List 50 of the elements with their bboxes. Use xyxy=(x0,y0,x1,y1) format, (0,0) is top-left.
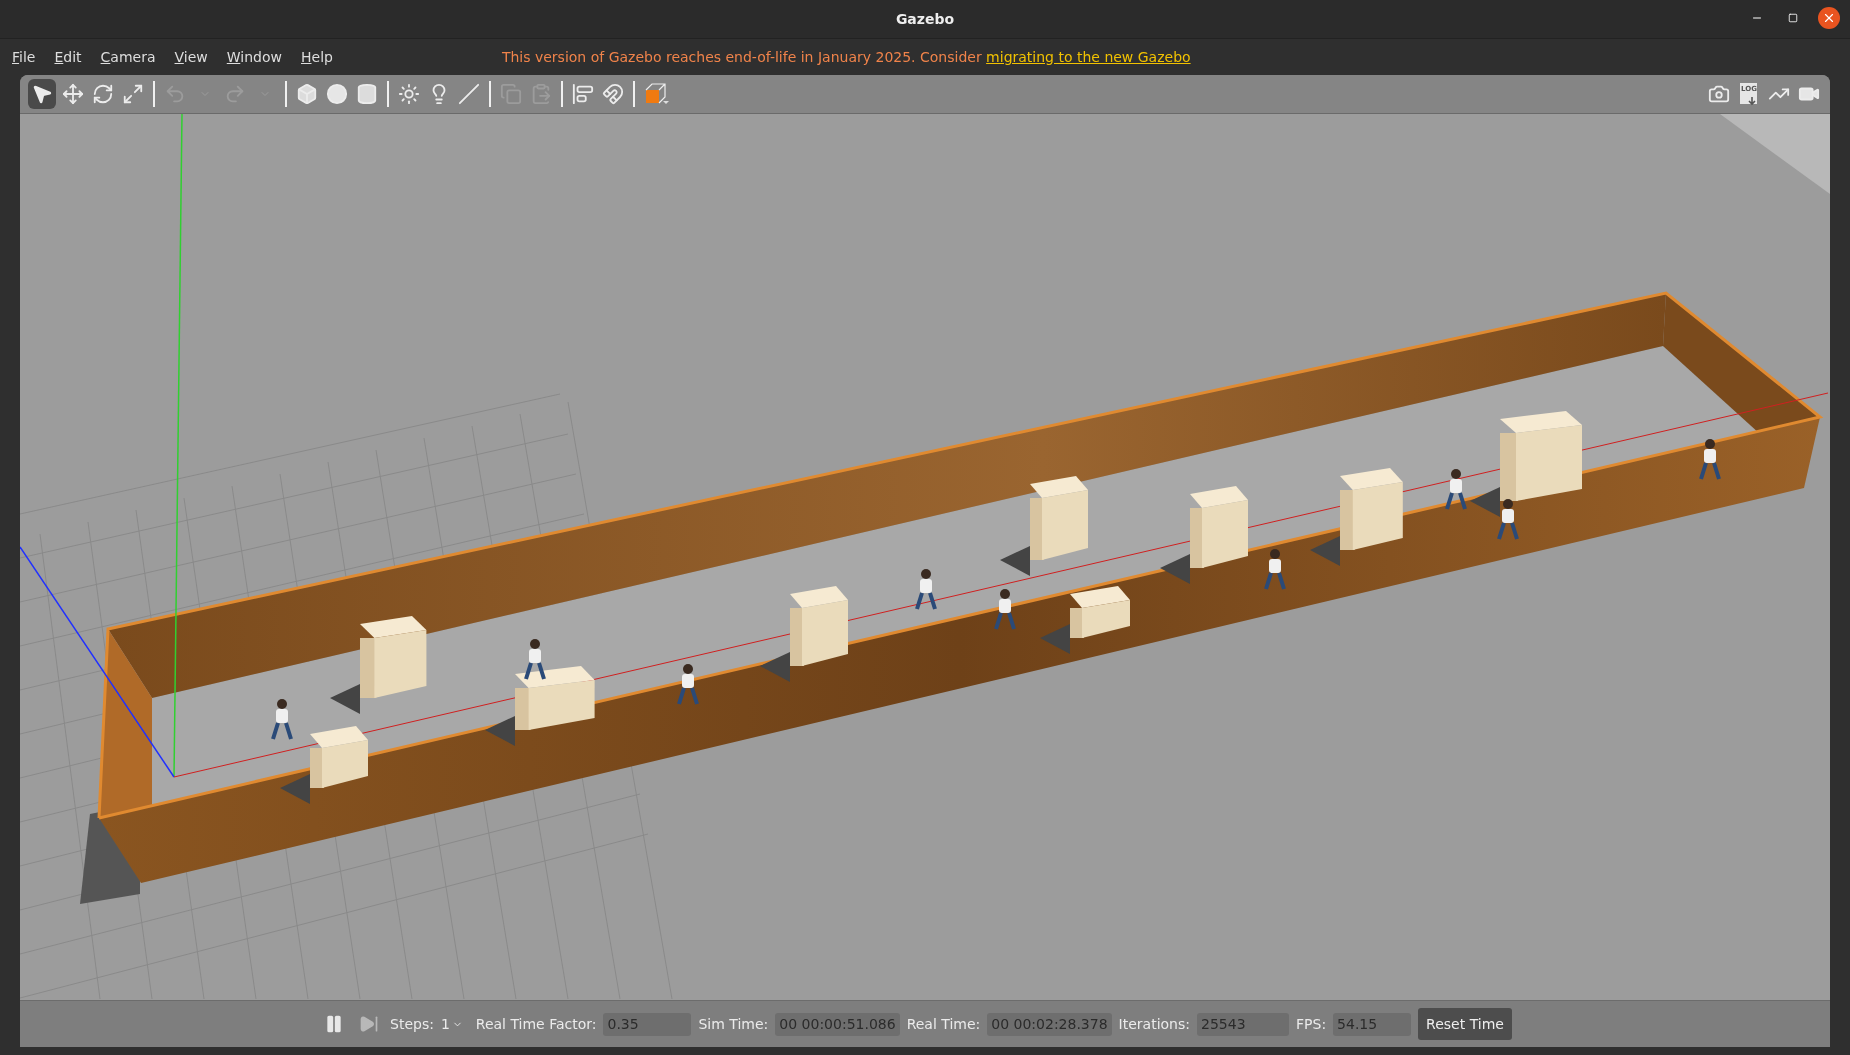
close-button[interactable] xyxy=(1818,7,1840,29)
3d-viewport[interactable] xyxy=(20,114,1830,1000)
view-angle-cube-icon xyxy=(644,82,670,106)
rotate-icon xyxy=(92,83,114,105)
sun-icon xyxy=(398,83,420,105)
steps-label: Steps: xyxy=(390,1016,434,1032)
select-tool-button[interactable] xyxy=(28,79,56,109)
reset-time-button[interactable]: Reset Time xyxy=(1418,1008,1512,1040)
stat-label: Sim Time: xyxy=(698,1016,769,1032)
menu-item[interactable]: Window xyxy=(226,49,282,65)
end-of-life-notice: This version of Gazebo reaches end-of-life in January 2025. Consider migrating to the new Gazebo xyxy=(501,49,1191,65)
align-icon xyxy=(572,83,594,105)
stat-field: 00 00:00:51.086 xyxy=(775,1012,900,1036)
close-icon xyxy=(1822,11,1836,25)
person-figure xyxy=(1497,499,1519,541)
stat-field: 00 00:02:28.378 xyxy=(987,1012,1112,1036)
move-arrows-icon xyxy=(62,83,84,105)
stat-label: Real Time: xyxy=(906,1016,981,1032)
menu-item[interactable]: Help xyxy=(301,49,333,65)
person-figure xyxy=(994,589,1016,631)
pause-icon xyxy=(324,1014,344,1034)
menu-item[interactable]: Edit xyxy=(54,49,82,65)
stat-field: 54.15 xyxy=(1333,1012,1412,1036)
step-icon xyxy=(359,1014,379,1034)
person-figure xyxy=(271,699,293,741)
slash-lines-icon xyxy=(458,83,480,105)
scale-icon xyxy=(122,83,144,105)
window-title: Gazebo xyxy=(895,11,955,27)
stat-field: 25543 xyxy=(1197,1012,1289,1036)
person-figure xyxy=(1264,549,1286,591)
magnet-icon xyxy=(602,83,624,105)
restore-icon xyxy=(1788,13,1798,23)
stat-field: 0.35 xyxy=(603,1012,692,1036)
menu-item[interactable]: File xyxy=(12,49,36,65)
cylinder-icon xyxy=(356,83,378,105)
person-figure xyxy=(524,639,546,681)
stat-label: Real Time Factor: xyxy=(475,1016,597,1032)
person-figure xyxy=(1699,439,1721,481)
sphere-icon xyxy=(326,83,348,105)
cube-icon xyxy=(296,83,318,105)
person-figure xyxy=(915,569,937,611)
camera-icon xyxy=(1708,83,1730,105)
person-figure xyxy=(677,664,699,706)
stat-label: FPS: xyxy=(1296,1016,1327,1032)
pointer-icon xyxy=(31,83,53,105)
person-figure xyxy=(1445,469,1467,511)
migration-link[interactable]: migrating to the new Gazebo xyxy=(986,49,1191,65)
menu-item[interactable]: Camera xyxy=(100,49,156,65)
menu-item[interactable]: View xyxy=(174,49,208,65)
stat-label: Iterations: xyxy=(1118,1016,1190,1032)
